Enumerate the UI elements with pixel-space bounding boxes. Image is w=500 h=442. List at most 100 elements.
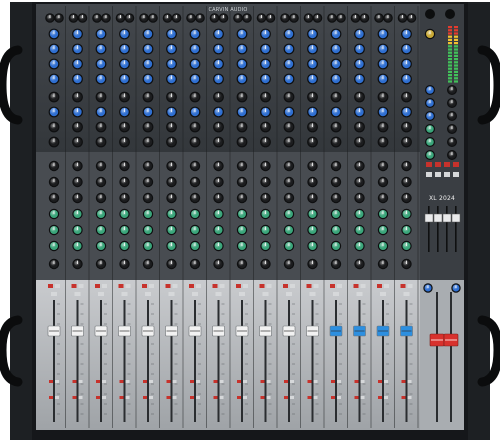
solo-button[interactable] <box>337 284 342 288</box>
send-knob[interactable] <box>213 136 224 148</box>
master-button[interactable] <box>435 172 441 177</box>
fx-knob[interactable] <box>283 106 295 118</box>
monitor-knob[interactable] <box>189 121 201 133</box>
pan-knob[interactable] <box>236 258 248 270</box>
send-knob[interactable] <box>283 136 295 148</box>
effects-send-knob[interactable] <box>401 208 412 220</box>
fx-knob[interactable] <box>48 106 60 118</box>
pan-knob[interactable] <box>72 240 83 252</box>
fader-icon[interactable] <box>442 213 452 223</box>
aux-send-knob[interactable] <box>307 160 318 172</box>
send-knob[interactable] <box>236 136 248 148</box>
send-knob[interactable] <box>142 136 154 148</box>
eq-low-knob[interactable] <box>189 73 201 85</box>
mute-button[interactable] <box>71 284 77 288</box>
pan-knob[interactable] <box>283 258 295 270</box>
aux-knob[interactable] <box>119 91 130 103</box>
aux-send-knob[interactable] <box>72 192 83 204</box>
eq-mid-knob[interactable] <box>189 43 201 55</box>
effects-send-knob[interactable] <box>401 224 412 236</box>
aux-send-knob[interactable] <box>354 160 365 172</box>
eq-freq-knob[interactable] <box>260 58 271 70</box>
effects-send-knob[interactable] <box>72 224 83 236</box>
pfl-button[interactable] <box>192 292 198 296</box>
solo-button[interactable] <box>407 284 413 288</box>
fader-icon[interactable] <box>71 325 84 337</box>
effects-send-knob[interactable] <box>166 224 177 236</box>
eq-freq-knob[interactable] <box>236 58 248 70</box>
fx-knob[interactable] <box>213 106 224 118</box>
aux-send-knob[interactable] <box>119 192 130 204</box>
mute-button[interactable] <box>95 284 100 288</box>
eq-freq-knob[interactable] <box>48 58 60 70</box>
master-fader-icon[interactable] <box>429 333 445 347</box>
aux-send-knob[interactable] <box>95 160 107 172</box>
fader-icon[interactable] <box>451 213 461 223</box>
pan-knob[interactable] <box>354 240 365 252</box>
eq-low-knob[interactable] <box>377 73 389 85</box>
send-knob[interactable] <box>401 136 412 148</box>
fader-icon[interactable] <box>188 325 202 337</box>
fx-knob[interactable] <box>72 106 83 118</box>
send-knob[interactable] <box>48 136 60 148</box>
send-knob[interactable] <box>119 136 130 148</box>
gain-knob[interactable] <box>162 13 173 23</box>
eq-low-knob[interactable] <box>283 73 295 85</box>
aux-knob[interactable] <box>260 91 271 103</box>
aux-send-knob[interactable] <box>213 192 224 204</box>
eq-mid-knob[interactable] <box>330 43 342 55</box>
monitor-knob[interactable] <box>307 121 318 133</box>
master-knob[interactable] <box>447 137 457 147</box>
gain-knob[interactable] <box>374 13 384 23</box>
eq-low-knob[interactable] <box>330 73 342 85</box>
solo-button[interactable] <box>384 284 389 288</box>
aux-send-knob[interactable] <box>166 160 177 172</box>
eq-mid-knob[interactable] <box>119 43 130 55</box>
mute-button[interactable] <box>330 284 335 288</box>
eq-high-knob[interactable] <box>142 28 154 40</box>
solo-button[interactable] <box>219 284 225 288</box>
effects-send-knob[interactable] <box>307 208 318 220</box>
pfl-button[interactable] <box>286 292 292 296</box>
monitor-knob[interactable] <box>142 121 154 133</box>
aux-send-knob[interactable] <box>401 160 412 172</box>
fx-knob[interactable] <box>166 106 177 118</box>
effects-send-knob[interactable] <box>119 208 130 220</box>
eq-high-knob[interactable] <box>307 28 318 40</box>
pan-knob[interactable] <box>213 240 224 252</box>
master-knob[interactable] <box>451 283 461 293</box>
monitor-knob[interactable] <box>330 121 342 133</box>
aux-knob[interactable] <box>401 91 412 103</box>
mute-button[interactable] <box>118 284 124 288</box>
fader-icon[interactable] <box>259 325 272 337</box>
aux-send-knob[interactable] <box>260 192 271 204</box>
effects-send-knob[interactable] <box>189 208 201 220</box>
pan-knob[interactable] <box>166 240 177 252</box>
aux-send-knob[interactable] <box>189 176 201 188</box>
aux-send-knob[interactable] <box>48 192 60 204</box>
trim-knob[interactable] <box>171 13 182 23</box>
mute-button[interactable] <box>283 284 288 288</box>
trim-knob[interactable] <box>195 13 205 23</box>
pfl-button[interactable] <box>74 292 81 296</box>
fader-icon[interactable] <box>165 325 178 337</box>
pan-knob[interactable] <box>377 240 389 252</box>
pan-knob[interactable] <box>401 258 412 270</box>
effects-send-knob[interactable] <box>283 224 295 236</box>
effects-send-knob[interactable] <box>236 208 248 220</box>
eq-low-knob[interactable] <box>72 73 83 85</box>
effects-send-knob[interactable] <box>95 224 107 236</box>
aux-knob[interactable] <box>48 91 60 103</box>
effects-send-knob[interactable] <box>166 208 177 220</box>
solo-button[interactable] <box>313 284 319 288</box>
trim-knob[interactable] <box>265 13 276 23</box>
effects-send-knob[interactable] <box>48 224 60 236</box>
gain-knob[interactable] <box>233 13 243 23</box>
eq-mid-knob[interactable] <box>283 43 295 55</box>
master-knob[interactable] <box>447 150 457 160</box>
fader-icon[interactable] <box>433 213 443 223</box>
aux-send-knob[interactable] <box>142 176 154 188</box>
eq-freq-knob[interactable] <box>95 58 107 70</box>
aux-send-knob[interactable] <box>283 160 295 172</box>
aux-send-knob[interactable] <box>377 192 389 204</box>
